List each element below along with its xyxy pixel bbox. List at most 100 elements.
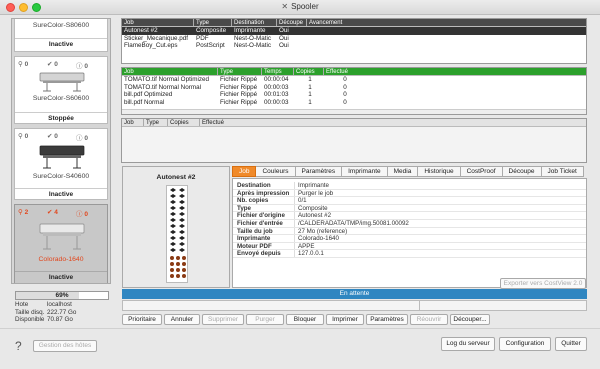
table-row[interactable]: bill.pdf Optimized Fichier Rippé 00:01:0… [122, 91, 586, 99]
spooler-window: ✕ Spooler SureColor-S80600 Inactive ⚲ 0 ✔… [0, 0, 600, 369]
large-format-printer-icon [39, 145, 85, 169]
column-header[interactable]: Type [144, 119, 168, 126]
printed-table-header: Job Type Temps Copies Effectué [122, 68, 586, 76]
property-row: Fichier d'origine Autonest #2 [233, 212, 586, 220]
title-bar: ✕ Spooler [0, 0, 600, 15]
queue-table[interactable]: Job Type Destination Découpe Avancement … [121, 18, 587, 64]
block-button[interactable]: Bloquer [286, 314, 324, 325]
printer-counts: ⚲ 0 ✔ 0 ⓘ 0 [18, 132, 104, 142]
printer-card[interactable]: SureColor-S80600 Inactive [14, 19, 108, 52]
settings-button[interactable]: Paramètres [366, 314, 408, 325]
tab-decoupe[interactable]: Découpe [502, 166, 542, 177]
cut-button[interactable]: Découper... [450, 314, 490, 325]
column-header[interactable]: Destination [232, 19, 277, 26]
job-properties: Destination Imprimante Après impression Pu… [232, 178, 587, 288]
printer-counts: ⚲ 2 ✔ 4 ⓘ 0 [18, 208, 104, 218]
tab-imprimante[interactable]: Imprimante [342, 166, 388, 177]
large-format-printer-icon [39, 72, 85, 92]
disk-usage-label: 69% [55, 292, 69, 299]
tab-historique[interactable]: Historique [418, 166, 461, 177]
printer-status: Inactive [15, 188, 107, 198]
printer-status: Inactive [15, 271, 107, 281]
status-divider [419, 301, 420, 310]
status-detail [122, 300, 587, 311]
tab-media[interactable]: Media [387, 166, 419, 177]
column-header[interactable]: Effectué [200, 119, 586, 126]
printer-card[interactable]: ⚲ 0 ✔ 0 ⓘ 0 SureColor-S60600 Stoppée [14, 56, 108, 124]
tab-parametres[interactable]: Paramètres [295, 166, 343, 177]
printer-status: Stoppée [15, 112, 107, 122]
property-row: Type Composite [233, 204, 586, 213]
table-row[interactable]: FlameBoy_Cut.eps PostScript Nest-O-Matic… [122, 42, 586, 50]
table-row[interactable]: TOMATO.tif Normal Optimized Fichier Ripp… [122, 76, 586, 84]
quit-button[interactable]: Quitter [555, 337, 587, 351]
column-header[interactable]: Effectué [324, 68, 586, 75]
table-row[interactable]: bill.pdf Normal Fichier Rippé 00:00:03 1… [122, 99, 586, 107]
error-count-icon: ⓘ 0 [76, 135, 88, 142]
cancel-button[interactable]: Annuler [164, 314, 200, 325]
host-row: Hote localhost [15, 301, 72, 308]
table-row[interactable]: TOMATO.tif Normal Normal Fichier Rippé 0… [122, 84, 586, 92]
queue-count-icon: ⚲ 0 [18, 133, 29, 140]
table-row[interactable]: Autonest #2 Composite Imprimante Oui [122, 27, 586, 35]
host-management-button[interactable]: Gestion des hôtes [33, 340, 97, 352]
prioritize-button[interactable]: Prioritaire [122, 314, 162, 325]
queue-count-icon: ⚲ 2 [18, 209, 29, 216]
column-header[interactable]: Type [218, 68, 262, 75]
property-row: Envoyé depuis 127.0.0.1 [233, 250, 586, 258]
property-row: Après impression Purger le job [233, 189, 586, 198]
help-icon[interactable]: ? [15, 339, 22, 353]
reopen-button[interactable]: Réouvrir [410, 314, 448, 325]
printed-count-icon: ✔ 0 [47, 61, 58, 68]
printer-name: SureColor-S40600 [32, 173, 90, 180]
cut-table-header: Job Type Copies Effectué [122, 119, 586, 127]
server-log-button[interactable]: Log du serveur [441, 337, 495, 351]
printer-status: Inactive [15, 38, 107, 48]
cut-table[interactable]: Job Type Copies Effectué [121, 118, 587, 163]
print-button[interactable]: Imprimer [326, 314, 364, 325]
tab-costproof[interactable]: CostProof [460, 166, 503, 177]
table-row[interactable]: Sticker_Mecanique.pdf PDF Nest-O-Matic O… [122, 35, 586, 43]
queue-table-header: Job Type Destination Découpe Avancement [122, 19, 586, 27]
error-count-icon: ⓘ 0 [76, 211, 88, 218]
printed-count-icon: ✔ 0 [47, 133, 58, 140]
column-header[interactable]: Copies [168, 119, 200, 126]
preview-title: Autonest #2 [156, 174, 196, 181]
printer-list[interactable]: SureColor-S80600 Inactive ⚲ 0 ✔ 0 ⓘ 0 Su… [11, 18, 111, 284]
tab-job[interactable]: Job [232, 166, 257, 177]
horizontal-scrollbar[interactable] [122, 109, 586, 114]
host-info: Hote localhost Taille disq. 222.77 Go Disp… [15, 301, 115, 324]
column-header[interactable]: Temps [262, 68, 294, 75]
column-header[interactable]: Type [194, 19, 232, 26]
property-row: Taille du job 27 Mo (reference) [233, 227, 586, 236]
job-status-bar: En attente [122, 289, 587, 299]
disk-usage-bar: 69% [15, 291, 109, 300]
printer-card[interactable]: ⚲ 0 ✔ 0 ⓘ 0 SureColor-S40600 Inactive [14, 128, 108, 200]
property-row: Destination Imprimante [233, 182, 586, 190]
printed-table[interactable]: Job Type Temps Copies Effectué TOMATO.ti… [121, 67, 587, 115]
configuration-button[interactable]: Configuration [499, 337, 551, 351]
printer-card-selected[interactable]: ⚲ 2 ✔ 4 ⓘ 0 Colorado-1640 Inactive [14, 204, 108, 283]
column-header[interactable]: Job [122, 68, 218, 75]
large-format-printer-icon [39, 223, 85, 250]
x11-icon: ✕ [281, 2, 289, 11]
job-preview: Autonest #2 [122, 166, 230, 288]
column-header[interactable]: Copies [294, 68, 324, 75]
column-header[interactable]: Avancement [307, 19, 586, 26]
job-thumbnail [166, 185, 188, 283]
printer-counts: ⚲ 0 ✔ 0 ⓘ 0 [18, 60, 104, 70]
column-header[interactable]: Découpe [277, 19, 307, 26]
column-header[interactable]: Job [122, 19, 194, 26]
export-costview-button[interactable]: Exporter vers CostView 2.0 [500, 278, 586, 289]
disk-size-row: Taille disq. 222.77 Go [15, 308, 77, 316]
column-header[interactable]: Job [122, 119, 144, 126]
printed-count-icon: ✔ 4 [47, 209, 58, 216]
delete-button[interactable]: Supprimer [202, 314, 244, 325]
property-row: Moteur PDF APPE [233, 242, 586, 251]
purge-button[interactable]: Purger [246, 314, 284, 325]
disk-free-row: Disponible 70.87 Go [15, 316, 73, 323]
property-row: Nb. copies 0/1 [233, 197, 586, 205]
job-tabs: Job Couleurs Paramètres Imprimante Media… [232, 166, 584, 177]
tab-couleurs[interactable]: Couleurs [256, 166, 296, 177]
tab-job-ticket[interactable]: Job Ticket [541, 166, 584, 177]
